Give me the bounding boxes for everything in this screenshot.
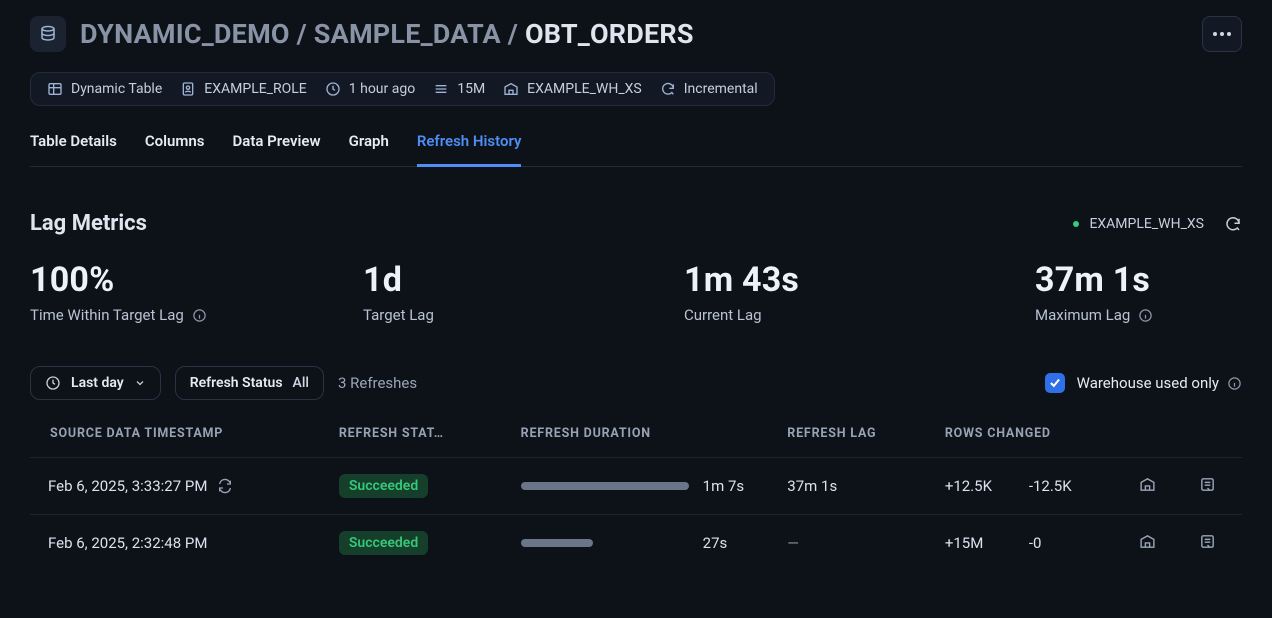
user-badge-icon xyxy=(180,81,196,97)
col-lag[interactable]: REFRESH LAG xyxy=(769,426,927,458)
section-title: Lag Metrics xyxy=(30,211,147,236)
more-actions-button[interactable] xyxy=(1202,16,1242,52)
refresh-history-table: SOURCE DATA TIMESTAMP REFRESH STAT… REFR… xyxy=(30,426,1242,571)
rows-deleted: -0 xyxy=(1029,534,1091,552)
breadcrumb-part-1[interactable]: DYNAMIC_DEMO xyxy=(80,18,290,50)
breadcrumb-part-3: OBT_ORDERS xyxy=(525,18,694,50)
tab-columns[interactable]: Columns xyxy=(145,122,205,166)
row-timestamp: Feb 6, 2025, 3:33:27 PM xyxy=(48,477,207,495)
refresh-icon xyxy=(660,81,676,97)
clock-icon xyxy=(325,81,341,97)
database-icon xyxy=(30,16,66,52)
rows-added: +12.5K xyxy=(945,477,1007,495)
tab-graph[interactable]: Graph xyxy=(349,122,389,166)
row-duration: 1m 7s xyxy=(703,477,744,495)
row-lag: — xyxy=(787,534,799,552)
warehouse-only-checkbox[interactable] xyxy=(1045,373,1065,393)
status-badge: Succeeded xyxy=(339,474,428,498)
meta-since: 1 hour ago xyxy=(325,81,415,97)
row-query-button[interactable] xyxy=(1199,533,1216,550)
metric-target-lag: 1d Target Lag xyxy=(333,260,636,324)
warehouse-indicator: EXAMPLE_WH_XS xyxy=(1073,215,1242,233)
col-duration[interactable]: REFRESH DURATION xyxy=(503,426,770,458)
info-icon[interactable] xyxy=(1138,308,1153,323)
meta-type: Dynamic Table xyxy=(47,81,162,97)
refresh-status-dropdown[interactable]: Refresh Status All xyxy=(175,366,324,400)
meta-mode: Incremental xyxy=(660,81,758,97)
metric-current-lag: 1m 43s Current Lag xyxy=(636,260,939,324)
chevron-down-icon xyxy=(134,377,146,389)
row-lag: 37m 1s xyxy=(787,477,837,495)
breadcrumb-part-2[interactable]: SAMPLE_DATA xyxy=(314,18,501,50)
tab-table-details[interactable]: Table Details xyxy=(30,122,117,166)
meta-warehouse: EXAMPLE_WH_XS xyxy=(503,81,642,97)
metric-time-within: 100% Time Within Target Lag xyxy=(30,260,333,324)
refresh-count: 3 Refreshes xyxy=(338,374,417,392)
time-range-dropdown[interactable]: Last day xyxy=(30,366,161,400)
meta-rows: 15M xyxy=(433,81,485,97)
table-row[interactable]: Feb 6, 2025, 3:33:27 PM Succeeded 1m 7s 37m… xyxy=(30,458,1242,515)
tabs: Table Details Columns Data Preview Graph… xyxy=(30,122,1242,167)
rows-added: +15M xyxy=(945,534,1007,552)
status-badge: Succeeded xyxy=(339,531,428,555)
meta-role: EXAMPLE_ROLE xyxy=(180,81,307,97)
table-row[interactable]: Feb 6, 2025, 2:32:48 PM Succeeded 27s — +15M… xyxy=(30,515,1242,572)
metric-maximum-lag: 37m 1s Maximum Lag xyxy=(939,260,1242,324)
row-duration: 27s xyxy=(703,534,728,552)
rows-deleted: -12.5K xyxy=(1029,477,1091,495)
row-warehouse-button[interactable] xyxy=(1139,533,1156,550)
row-warehouse-button[interactable] xyxy=(1139,476,1156,493)
warehouse-only-label: Warehouse used only xyxy=(1077,374,1219,392)
rows-icon xyxy=(433,81,449,97)
clock-icon xyxy=(45,375,61,391)
refresh-warehouse-button[interactable] xyxy=(1224,215,1242,233)
row-timestamp: Feb 6, 2025, 2:32:48 PM xyxy=(48,534,207,552)
col-timestamp[interactable]: SOURCE DATA TIMESTAMP xyxy=(30,426,321,458)
table-icon xyxy=(47,81,63,97)
breadcrumb: DYNAMIC_DEMO / SAMPLE_DATA / OBT_ORDERS xyxy=(80,18,694,50)
row-query-button[interactable] xyxy=(1199,476,1216,493)
info-icon[interactable] xyxy=(1227,376,1242,391)
tab-refresh-history[interactable]: Refresh History xyxy=(417,122,522,167)
meta-bar: Dynamic Table EXAMPLE_ROLE 1 hour ago 15… xyxy=(30,72,775,106)
tab-data-preview[interactable]: Data Preview xyxy=(233,122,321,166)
status-dot-icon xyxy=(1073,221,1079,227)
sync-icon xyxy=(217,478,233,494)
col-status[interactable]: REFRESH STAT… xyxy=(321,426,503,458)
info-icon[interactable] xyxy=(192,308,207,323)
warehouse-icon xyxy=(503,81,519,97)
col-rows-changed[interactable]: ROWS CHANGED xyxy=(927,426,1121,458)
